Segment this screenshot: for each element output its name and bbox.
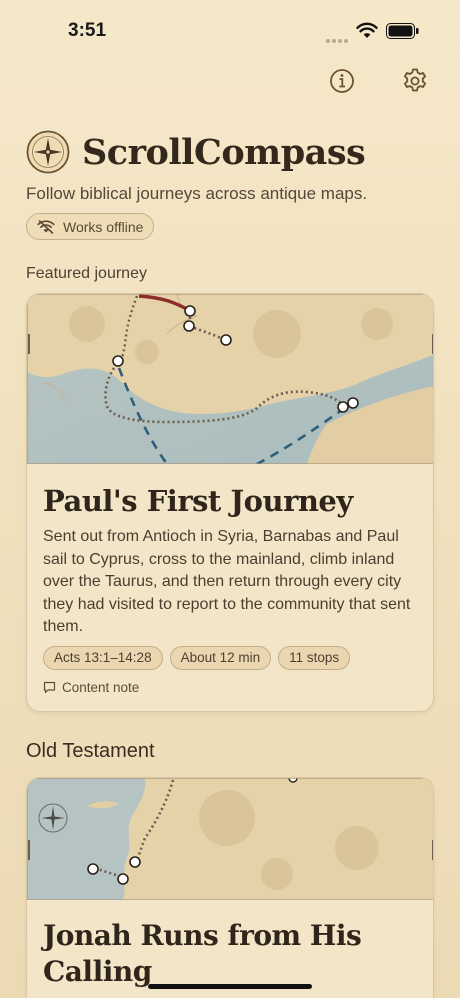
info-icon xyxy=(330,69,354,93)
compass-rose-icon xyxy=(38,803,68,833)
featured-heading: Featured journey xyxy=(26,265,147,282)
old-testament-journey-title: Jonah Runs from His Calling xyxy=(43,919,362,988)
stops-chip: 11 stops xyxy=(278,646,351,670)
settings-button[interactable] xyxy=(400,66,430,96)
wifi-off-icon xyxy=(37,219,55,234)
scripture-reference-chip: Acts 13:1–14:28 xyxy=(43,646,163,670)
journey-chips: Acts 13:1–14:28 About 12 min 11 stops xyxy=(43,646,357,670)
info-button[interactable] xyxy=(327,66,357,96)
old-testament-journey-card[interactable]: Jonah Runs from His Calling xyxy=(26,777,434,998)
status-time: 3:51 xyxy=(68,20,107,41)
wifi-icon xyxy=(356,22,378,38)
signal-dots-icon xyxy=(326,30,350,48)
compass-icon xyxy=(26,130,70,174)
app-title: ScrollCompass xyxy=(82,131,366,173)
gear-icon xyxy=(404,68,426,92)
tagline: Follow biblical journeys across antique … xyxy=(26,184,368,203)
home-indicator[interactable] xyxy=(148,984,312,989)
offline-badge: Works offline xyxy=(26,213,155,240)
status-bar: 3:51 xyxy=(0,0,460,60)
journey-map xyxy=(27,778,433,900)
featured-journey-title: Paul's First Journey xyxy=(43,484,353,518)
journey-map xyxy=(27,294,433,464)
brand-header: ScrollCompass xyxy=(26,130,366,174)
featured-journey-card[interactable]: Paul's First Journey Sent out from Antio… xyxy=(26,293,434,712)
content-note-link[interactable]: Content note xyxy=(43,680,139,695)
featured-journey-description: Sent out from Antioch in Syria, Barnabas… xyxy=(43,528,411,635)
duration-chip: About 12 min xyxy=(169,646,272,670)
old-testament-heading: Old Testament xyxy=(26,740,155,762)
offline-badge-label: Works offline xyxy=(63,218,144,235)
content-note-label: Content note xyxy=(62,680,140,695)
speech-bubble-icon xyxy=(43,681,56,694)
battery-icon xyxy=(386,23,419,39)
